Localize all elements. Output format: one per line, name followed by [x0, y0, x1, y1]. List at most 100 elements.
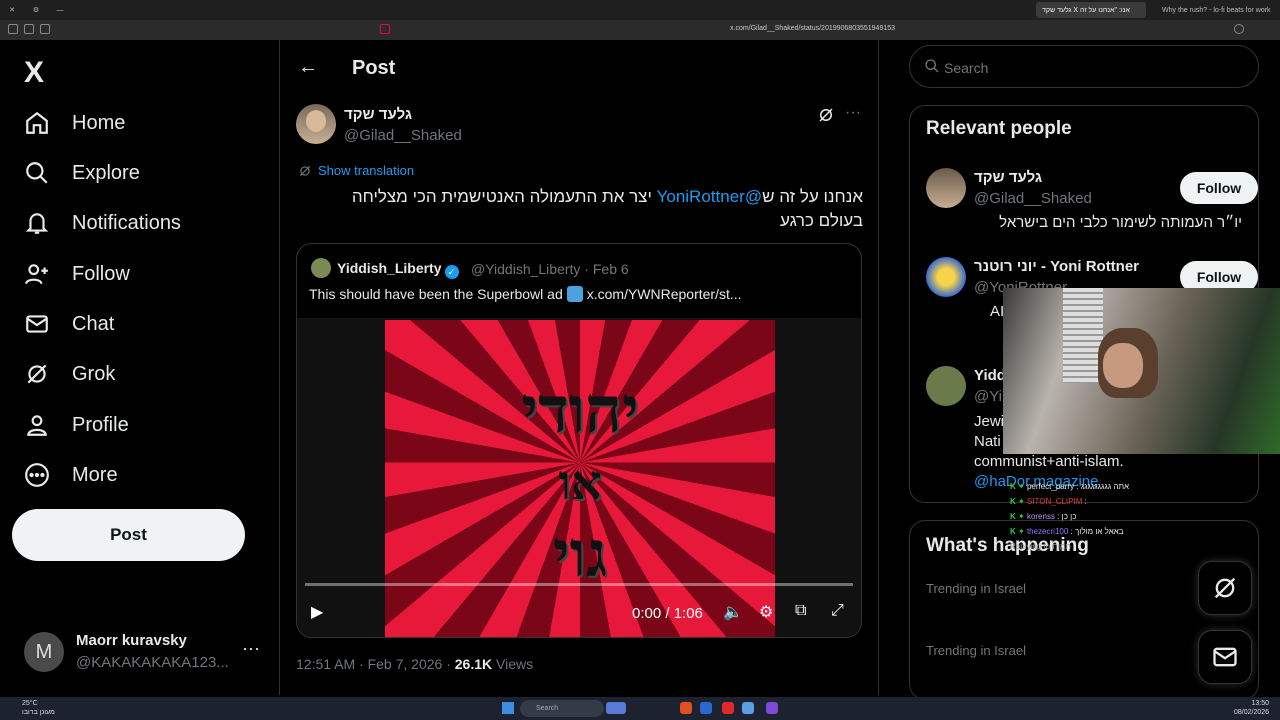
quote-avatar: [311, 258, 331, 278]
account-switcher[interactable]: M Maorr kuravsky @KAKAKAKAKA123... ···: [24, 630, 264, 674]
video-text-line: יהודי: [521, 373, 639, 448]
taskbar-app-icon[interactable]: [722, 702, 734, 714]
chat-text: באאל או מולוך: [1074, 527, 1124, 536]
x-logo-icon[interactable]: X: [24, 56, 44, 90]
weather-temp: 25°C: [22, 700, 38, 707]
author-handle[interactable]: @Gilad__Shaked: [344, 127, 462, 144]
extension-icon[interactable]: [40, 24, 50, 34]
quote-name-text: Yiddish_Liberty: [337, 260, 442, 276]
nav-profile[interactable]: Profile: [24, 405, 129, 445]
reload-icon[interactable]: [1234, 24, 1244, 34]
mail-icon: [26, 315, 48, 333]
tab-title: Why the rush? - lo-fi beats for work: [1162, 6, 1271, 14]
nav-notifications[interactable]: Notifications: [24, 203, 181, 243]
grok-icon: [1214, 577, 1236, 599]
weather-widget[interactable]: 25°C מעונן ברובו: [22, 699, 55, 717]
tab-lofi[interactable]: Why the rush? - lo-fi beats for work: [1156, 2, 1280, 18]
address-bar: x.com/Gilad__Shaked/status/2019906803551…: [0, 20, 1280, 40]
chat-message: K ✦ korenss : כן כן: [1010, 512, 1077, 521]
taskbar-app-icon[interactable]: [606, 702, 626, 714]
post-text: אנחנו על זה ש@YoniRottner יצר את התעמולה…: [320, 185, 863, 233]
author-name[interactable]: גלעד שקד: [344, 106, 412, 123]
messages-fab-button[interactable]: [1198, 630, 1252, 684]
nav-label: Grok: [72, 362, 116, 385]
search-icon: [26, 162, 48, 184]
taskbar-app-icon[interactable]: [742, 702, 754, 714]
brave-icon[interactable]: [680, 702, 692, 714]
follow-button[interactable]: Follow: [1180, 172, 1258, 204]
extension-icon[interactable]: [24, 24, 34, 34]
nav-grok[interactable]: Grok: [24, 354, 115, 394]
quote-text-body: This should have been the Superbowl ad: [309, 286, 563, 302]
avatar: [926, 168, 966, 208]
nav-label: Explore: [72, 161, 140, 184]
quote-link[interactable]: x.com/YWNReporter/st...: [587, 286, 742, 302]
nav-chat[interactable]: Chat: [24, 304, 114, 344]
more-dots-icon[interactable]: ···: [242, 638, 260, 659]
post-text-part: אנחנו על זה ש: [762, 187, 863, 206]
brave-shield-icon[interactable]: [380, 24, 390, 34]
weather-desc: מעונן ברובו: [22, 709, 55, 716]
chat-text: כן כן: [1061, 512, 1077, 521]
minimize-icon[interactable]: —: [48, 7, 72, 14]
webcam-overlay: [1003, 288, 1280, 454]
play-icon[interactable]: ▶: [311, 602, 323, 622]
tab-title: גלעד שקד X אנו: "אנחנו על זה: [1042, 6, 1130, 14]
steam-icon[interactable]: [700, 702, 712, 714]
windows-start-icon[interactable]: [502, 702, 514, 714]
url-field[interactable]: x.com/Gilad__Shaked/status/2019906803551…: [730, 25, 895, 32]
grok-icon: [27, 364, 47, 384]
fullscreen-icon[interactable]: ⤢: [831, 602, 844, 620]
card-title: Relevant people: [926, 118, 1072, 139]
nav-label: Profile: [72, 413, 129, 436]
tab-active[interactable]: גלעד שקד X אנו: "אנחנו על זה: [1036, 2, 1146, 18]
chat-message: K ✦ perfect_parry : אתה גגגגגגגגג: [1010, 482, 1130, 491]
streamer-face: [1103, 343, 1143, 388]
quoted-post[interactable]: Yiddish_Liberty ✓ @Yiddish_Liberty · Feb …: [296, 243, 862, 638]
nav-explore[interactable]: Explore: [24, 153, 140, 193]
chat-message: K ✦ thezecri100 : באאל או מולוך: [1010, 527, 1124, 536]
video-frame[interactable]: יהודי או גוי: [385, 320, 775, 637]
chat-message: Replying to תמות: [1010, 539, 1190, 554]
search-input[interactable]: Search: [909, 45, 1259, 88]
post-column: ← Post גלעד שקד @Gilad__Shaked ··· Show …: [279, 40, 879, 695]
close-window-icon[interactable]: ✕: [0, 6, 24, 14]
pip-icon[interactable]: ⧉: [795, 602, 806, 620]
settings-icon[interactable]: ⚙: [24, 6, 48, 14]
video-text-line: גוי: [552, 517, 608, 592]
nav-follow[interactable]: Follow: [24, 254, 130, 294]
chat-text: תמות: [1052, 542, 1071, 551]
chat-user: SITON_CLIPIM: [1026, 497, 1083, 506]
show-translation-link[interactable]: Show translation: [298, 163, 414, 178]
person-handle: @Gilad__Shaked: [974, 190, 1092, 207]
taskbar-search[interactable]: Search: [520, 700, 604, 717]
sidebar-toggle-icon[interactable]: [8, 24, 18, 34]
nav-home[interactable]: Home: [24, 103, 125, 143]
nav-label: Home: [72, 111, 126, 134]
avatar: M: [24, 632, 64, 672]
mail-icon: [1213, 647, 1237, 667]
home-icon: [26, 111, 48, 134]
taskbar-clock[interactable]: 13:50 08/02/2026: [1234, 699, 1269, 717]
post-timestamp[interactable]: 12:51 AM · Feb 7, 2026 ·: [296, 656, 455, 672]
account-handle: @KAKAKAKAKA123...: [76, 654, 229, 671]
person-item[interactable]: גלעד שקד @Gilad__Shaked Follow יו״ר העמו…: [926, 168, 1258, 238]
nav-more[interactable]: More: [24, 455, 118, 495]
search-placeholder: Search: [944, 60, 989, 76]
volume-icon[interactable]: 🔈: [723, 602, 743, 622]
person-name: יוני רוטנר - Yoni Rottner: [974, 258, 1140, 275]
post-button[interactable]: Post: [12, 509, 245, 561]
views-label: Views: [492, 656, 534, 672]
author-avatar[interactable]: [296, 104, 336, 144]
video-progress-bar[interactable]: [305, 583, 853, 586]
clock-time: 13:50: [1251, 700, 1270, 707]
video-player[interactable]: יהודי או גוי ▶ 0:00 / 1:06 🔈 ⚙ ⧉ ⤢: [297, 318, 861, 637]
grok-icon[interactable]: [817, 106, 835, 124]
taskbar-app-icon[interactable]: [766, 702, 778, 714]
grok-fab-button[interactable]: [1198, 561, 1252, 615]
account-name: Maorr kuravsky: [76, 632, 187, 649]
mention-link[interactable]: @YoniRottner: [657, 187, 762, 206]
settings-gear-icon[interactable]: ⚙: [759, 602, 773, 622]
more-dots-icon[interactable]: ···: [845, 104, 861, 122]
back-arrow-icon[interactable]: ←: [298, 56, 318, 79]
